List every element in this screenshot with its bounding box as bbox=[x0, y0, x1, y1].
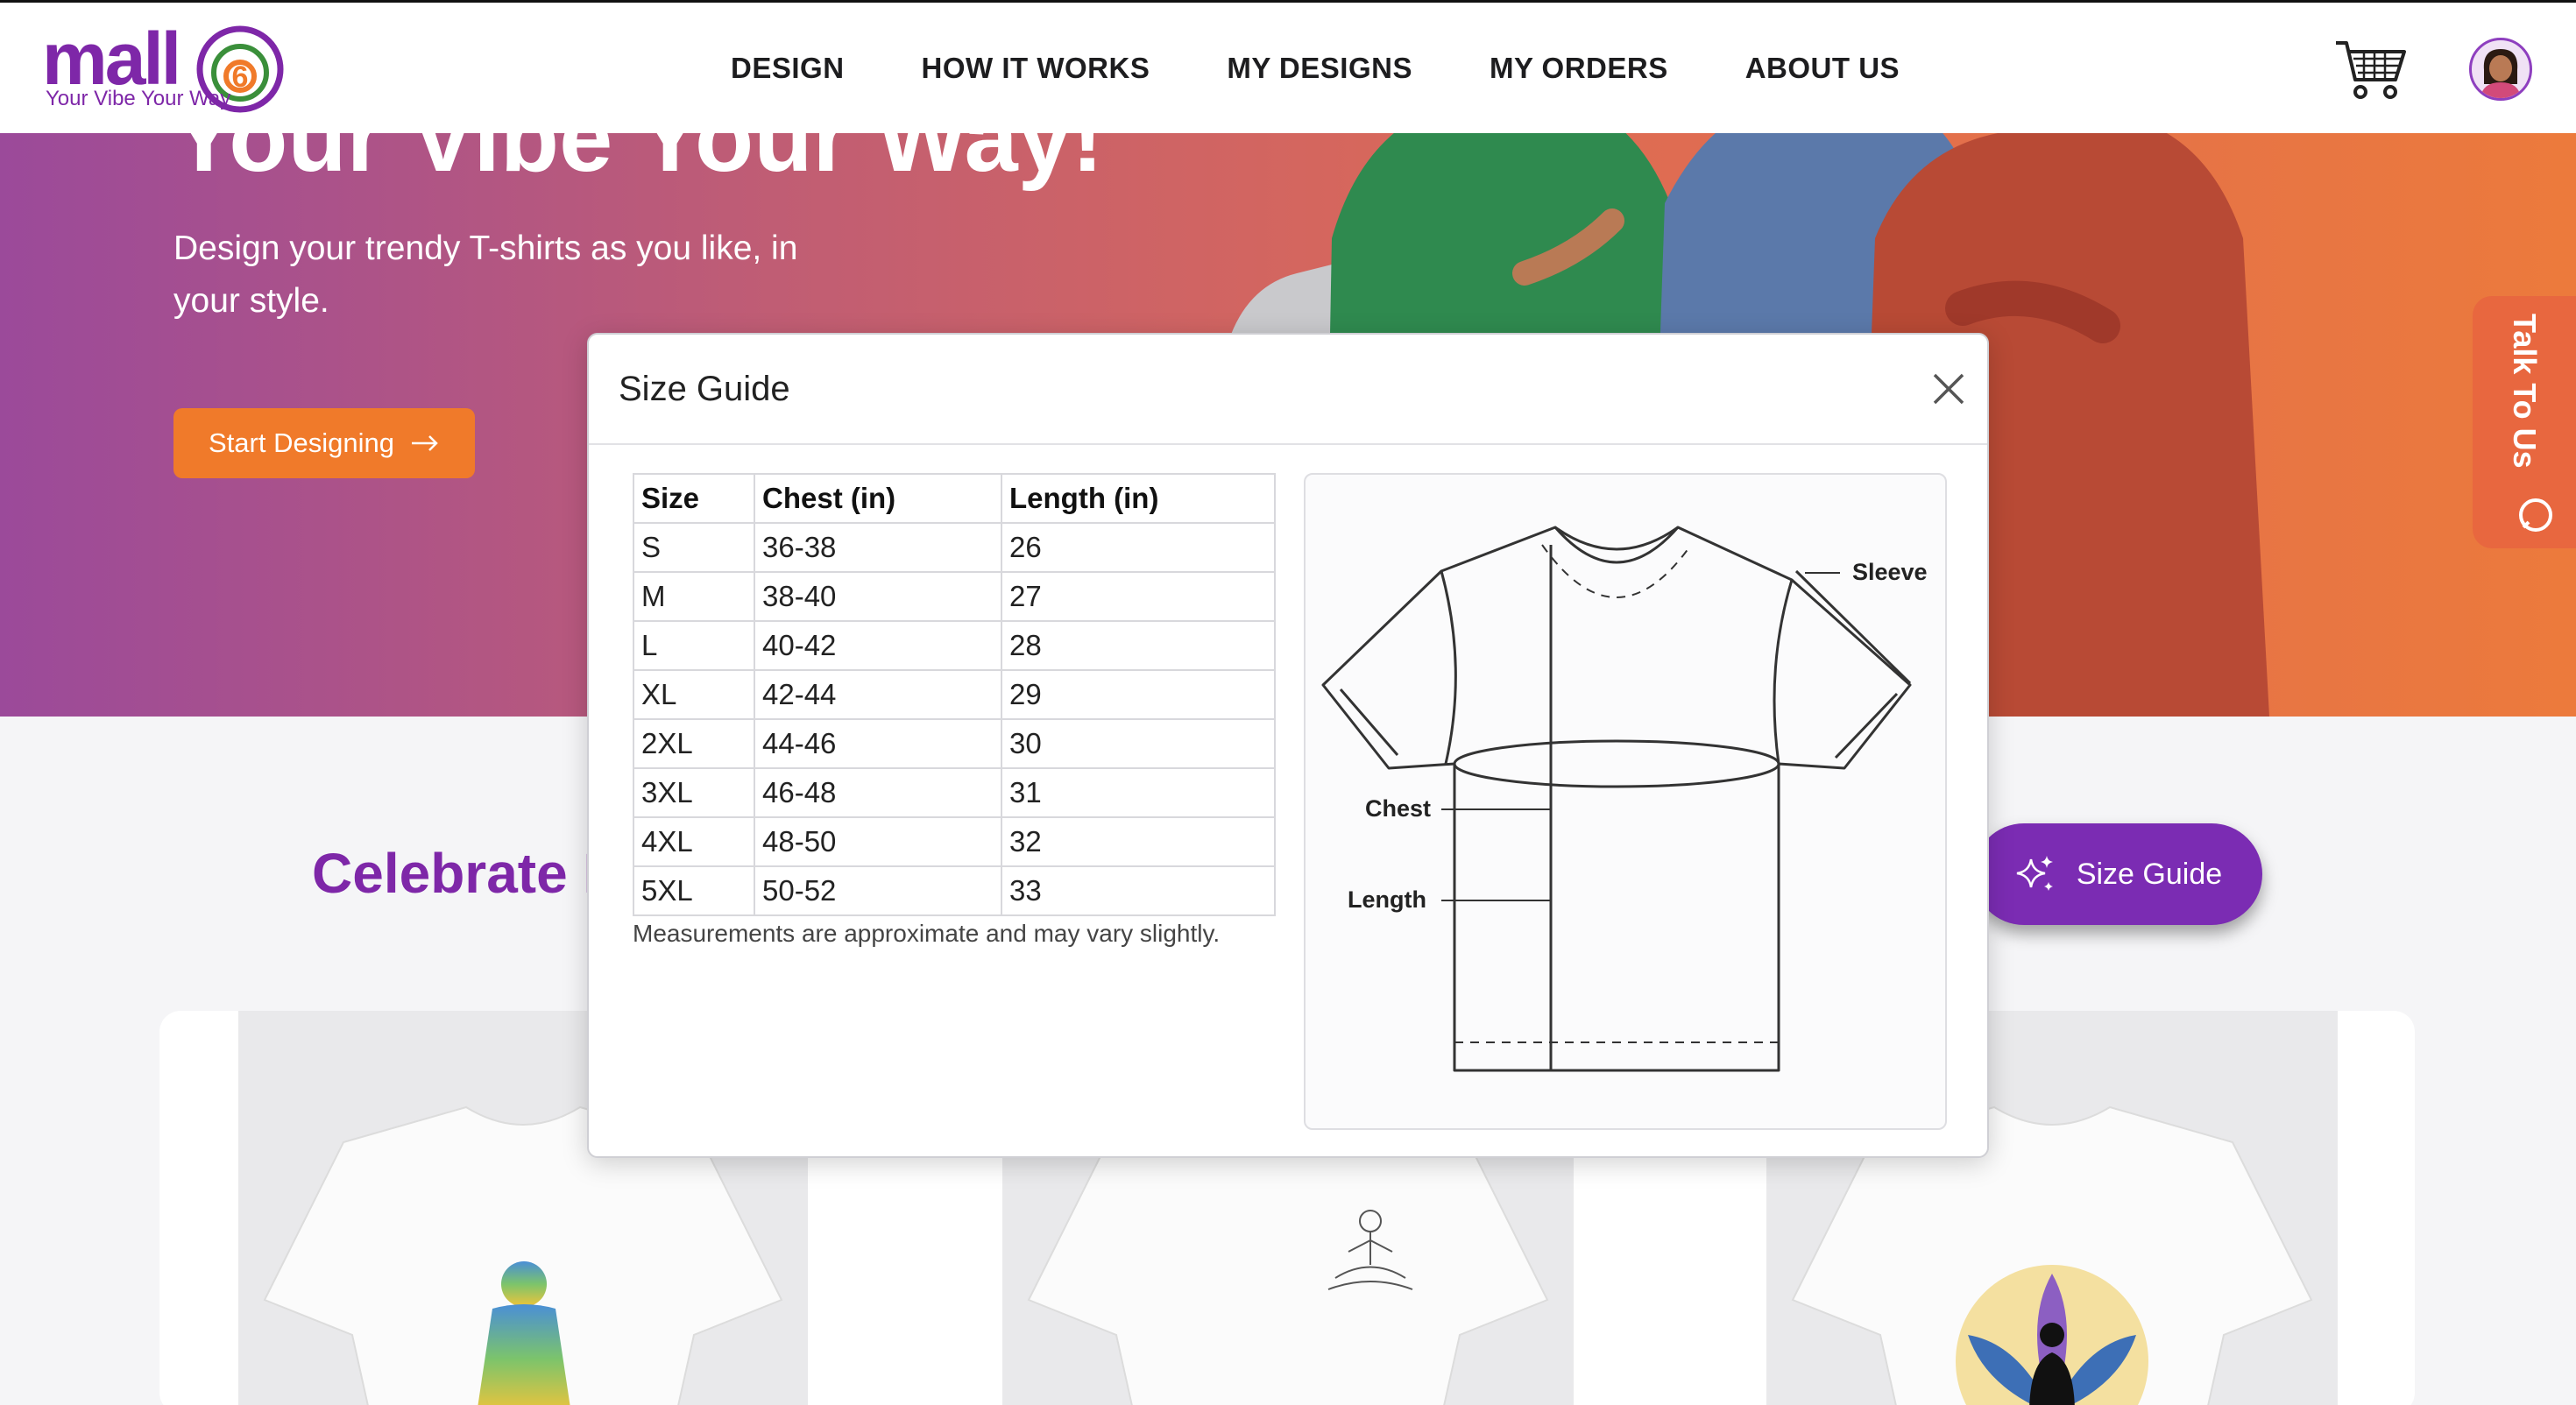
nav-design[interactable]: DESIGN bbox=[731, 52, 845, 85]
close-button[interactable] bbox=[1928, 368, 1970, 410]
table-cell: 3XL bbox=[633, 767, 755, 818]
shopping-cart-icon[interactable] bbox=[2334, 36, 2408, 102]
table-cell: 42-44 bbox=[754, 669, 1002, 720]
table-header: Size bbox=[633, 473, 755, 524]
hero-subtitle: Design your trendy T-shirts as you like,… bbox=[173, 229, 798, 320]
hero-title: Your Vibe Your Way! bbox=[172, 133, 1104, 192]
modal-title: Size Guide bbox=[619, 370, 790, 408]
nav-how-it-works[interactable]: HOW IT WORKS bbox=[922, 52, 1150, 85]
table-cell: 50-52 bbox=[754, 865, 1002, 916]
table-cell: L bbox=[633, 620, 755, 671]
table-cell: 2XL bbox=[633, 718, 755, 769]
tshirt-diagram: Sleeve Chest Length bbox=[1304, 473, 1947, 1130]
table-cell: M bbox=[633, 571, 755, 622]
chat-icon bbox=[2519, 498, 2552, 532]
table-cell: 27 bbox=[1001, 571, 1276, 622]
nav-my-designs[interactable]: MY DESIGNS bbox=[1227, 52, 1412, 85]
site-header: mall 6 Your Vibe Your Way DESIGN HOW IT … bbox=[0, 0, 2576, 133]
size-guide-button-label: Size Guide bbox=[2076, 857, 2223, 891]
table-cell: 33 bbox=[1001, 865, 1276, 916]
logo[interactable]: mall 6 Your Vibe Your Way bbox=[42, 17, 284, 115]
arrow-right-icon bbox=[411, 435, 438, 451]
table-cell: 44-46 bbox=[754, 718, 1002, 769]
size-guide-button[interactable]: Size Guide bbox=[1973, 823, 2262, 925]
table-header: Length (in) bbox=[1001, 473, 1276, 524]
table-row: L 40-42 28 bbox=[633, 620, 1276, 671]
nav-about-us[interactable]: ABOUT US bbox=[1745, 52, 1900, 85]
talk-to-us-tab[interactable]: Talk To Us bbox=[2473, 296, 2576, 548]
logo-tagline: Your Vibe Your Way bbox=[46, 87, 231, 110]
table-cell: 5XL bbox=[633, 865, 755, 916]
table-row: S 36-38 26 bbox=[633, 522, 1276, 573]
table-header: Chest (in) bbox=[754, 473, 1002, 524]
user-icon bbox=[2480, 49, 2521, 98]
table-cell: 48-50 bbox=[754, 816, 1002, 867]
length-label: Length bbox=[1348, 886, 1426, 913]
table-cell: 38-40 bbox=[754, 571, 1002, 622]
table-cell: 32 bbox=[1001, 816, 1276, 867]
logo-digit: 6 bbox=[232, 60, 249, 94]
modal-header: Size Guide bbox=[589, 335, 1987, 445]
sparkle-icon bbox=[2016, 856, 2053, 891]
size-guide-modal: Size Guide Size Chest (in) Length (in) S… bbox=[587, 333, 1989, 1158]
nav-my-orders[interactable]: MY ORDERS bbox=[1490, 52, 1668, 85]
table-cell: 26 bbox=[1001, 522, 1276, 573]
start-designing-button[interactable]: Start Designing bbox=[173, 408, 475, 478]
sleeve-label: Sleeve bbox=[1852, 559, 1928, 585]
table-cell: 29 bbox=[1001, 669, 1276, 720]
table-cell: 40-42 bbox=[754, 620, 1002, 671]
close-icon bbox=[1933, 373, 1964, 405]
table-row: 4XL 48-50 32 bbox=[633, 816, 1276, 867]
section-title: Celebrate I bbox=[312, 842, 599, 905]
table-cell: 36-38 bbox=[754, 522, 1002, 573]
main-nav: DESIGN HOW IT WORKS MY DESIGNS MY ORDERS… bbox=[731, 52, 1977, 85]
table-row: XL 42-44 29 bbox=[633, 669, 1276, 720]
table-row: 2XL 44-46 30 bbox=[633, 718, 1276, 769]
table-cell: 28 bbox=[1001, 620, 1276, 671]
user-avatar[interactable] bbox=[2469, 38, 2532, 101]
table-cell: XL bbox=[633, 669, 755, 720]
table-cell: S bbox=[633, 522, 755, 573]
talk-to-us-label: Talk To Us bbox=[2507, 314, 2543, 469]
size-table: Size Chest (in) Length (in) S 36-38 26 M 38… bbox=[633, 473, 1276, 916]
chest-label: Chest bbox=[1365, 795, 1432, 822]
table-row: 5XL 50-52 33 bbox=[633, 865, 1276, 916]
measurement-note: Measurements are approximate and may var… bbox=[633, 920, 1221, 947]
start-designing-label: Start Designing bbox=[209, 427, 394, 458]
table-header-row: Size Chest (in) Length (in) bbox=[633, 473, 1276, 524]
table-cell: 46-48 bbox=[754, 767, 1002, 818]
table-row: 3XL 46-48 31 bbox=[633, 767, 1276, 818]
table-cell: 31 bbox=[1001, 767, 1276, 818]
table-row: M 38-40 27 bbox=[633, 571, 1276, 622]
table-cell: 30 bbox=[1001, 718, 1276, 769]
table-cell: 4XL bbox=[633, 816, 755, 867]
